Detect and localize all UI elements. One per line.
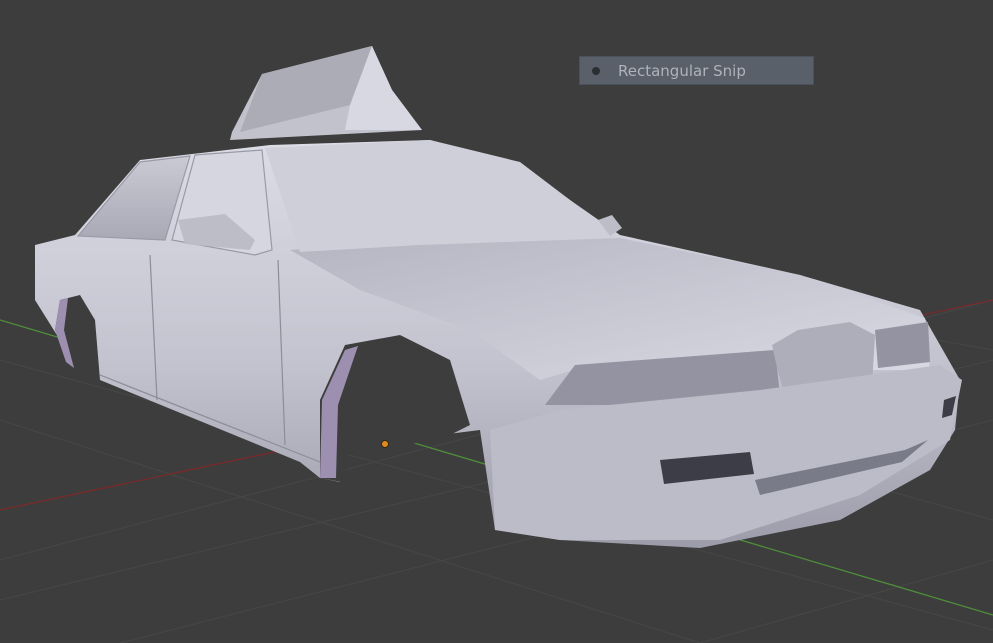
3d-viewport[interactable]: Rectangular Snip [0, 0, 993, 643]
tooltip-label: Rectangular Snip [618, 61, 746, 80]
record-dot-icon [592, 66, 600, 75]
rectangular-snip-tooltip: Rectangular Snip [579, 56, 814, 85]
object-origin-marker[interactable] [381, 440, 389, 448]
scene-canvas[interactable] [0, 0, 993, 643]
